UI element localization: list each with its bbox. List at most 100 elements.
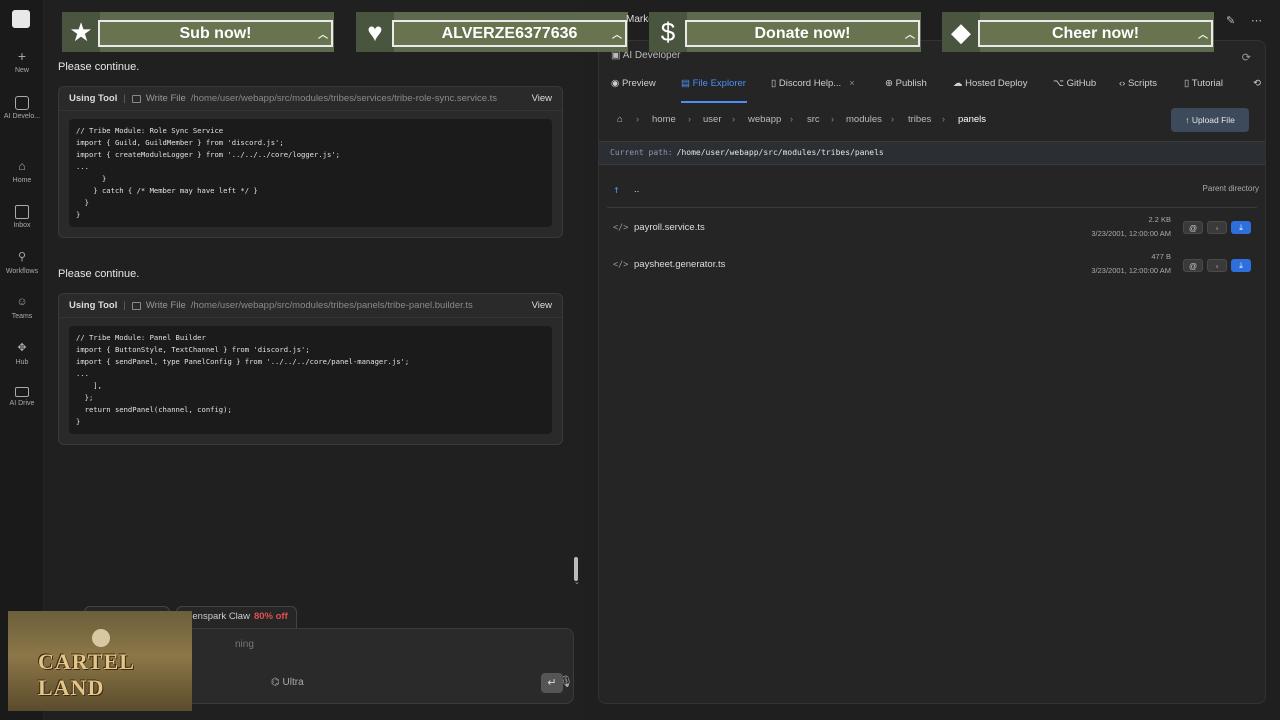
rail-item-hub[interactable]: ✥ Hub	[0, 342, 44, 366]
more-icon[interactable]: ⋯	[1251, 14, 1262, 27]
tab-overflow[interactable]: ⟲	[1253, 78, 1261, 89]
tool-path: /home/user/webapp/src/modules/tribes/ser…	[190, 93, 498, 104]
tab-label: Discord Help...	[778, 78, 842, 89]
chevron-right-icon: ›	[790, 114, 793, 124]
send-button[interactable]: ↵	[541, 673, 563, 693]
upload-file-button[interactable]: ↑ Upload File	[1171, 108, 1249, 132]
file-row[interactable]: </> paysheet.generator.ts 477 B 3/23/200…	[607, 250, 1257, 284]
breadcrumb-home[interactable]: home	[652, 114, 676, 125]
code-block: // Tribe Module: Panel Builder import { …	[69, 326, 552, 434]
banner-text: Cheer now!	[1051, 25, 1140, 42]
discount-badge: 80% off	[253, 611, 288, 622]
breadcrumb-webapp[interactable]: webapp	[748, 114, 781, 125]
tab-label: File Explorer	[692, 78, 746, 89]
tab-hosted-deploy[interactable]: ☁ Hosted Deploy	[953, 78, 1027, 89]
inbox-icon	[15, 205, 29, 219]
code-file-icon: </>	[613, 260, 629, 270]
chevron-right-icon: ›	[732, 114, 735, 124]
download-button[interactable]: ⤓	[1231, 221, 1251, 234]
caret-icon: ︿	[318, 30, 328, 41]
rail-item-teams[interactable]: ☺ Teams	[0, 296, 44, 320]
tab-publish[interactable]: ⊕ Publish	[885, 78, 927, 89]
ultra-toggle[interactable]: ⌬ Ultra	[271, 677, 304, 688]
parent-dir-label: Parent directory	[1202, 184, 1259, 193]
view-button[interactable]: View	[532, 93, 552, 104]
composer-placeholder: ning	[235, 639, 254, 650]
breadcrumb-panels[interactable]: panels	[958, 114, 986, 125]
breadcrumb-src[interactable]: src	[807, 114, 820, 125]
file-name: paysheet.generator.ts	[634, 259, 726, 270]
separator: |	[123, 93, 126, 104]
app-logo[interactable]	[12, 10, 30, 28]
ultra-label: Ultra	[282, 677, 304, 688]
file-name: payroll.service.ts	[634, 222, 705, 233]
rail-item-home[interactable]: ⌂ Home	[0, 160, 44, 184]
tab-github[interactable]: ⌥ GitHub	[1053, 78, 1096, 89]
rail-item-inbox[interactable]: Inbox	[0, 205, 44, 229]
refresh-icon[interactable]: ⟳	[1242, 51, 1251, 64]
view-button[interactable]: View	[532, 300, 552, 311]
ai-developer-icon	[15, 96, 29, 110]
file-icon	[131, 301, 141, 310]
file-row[interactable]: </> payroll.service.ts 2.2 KB 3/23/2001,…	[607, 213, 1257, 247]
globe-icon: ⊕	[885, 78, 896, 89]
rail-item-ai-drive[interactable]: AI Drive	[0, 387, 44, 407]
tool-call-header: Using Tool | Write File /home/user/webap…	[59, 294, 562, 318]
parent-directory-row[interactable]: ↑ .. Parent directory	[607, 182, 1259, 208]
mention-button[interactable]: @	[1183, 259, 1203, 272]
tab-label: Scripts	[1127, 78, 1158, 89]
webcam-overlay: CARTEL LAND	[8, 611, 192, 711]
banner-text: Donate now!	[754, 25, 851, 42]
tool-label: Using Tool	[69, 93, 118, 104]
edit-icon[interactable]: ✎	[1226, 14, 1235, 27]
breadcrumb-user[interactable]: user	[703, 114, 721, 125]
rail-item-new[interactable]: + New	[0, 49, 44, 74]
tab-scripts[interactable]: ‹› Scripts	[1119, 78, 1157, 89]
code-icon: ‹›	[1119, 78, 1128, 89]
tool-action: Write File	[145, 93, 186, 104]
rail-item-label: Inbox	[13, 222, 31, 229]
tab-discord-help[interactable]: ▯ Discord Help... ×	[771, 78, 855, 89]
diamond-icon: ◆	[942, 12, 980, 52]
chevron-right-icon: ›	[831, 114, 834, 124]
code-file-icon: </>	[613, 223, 629, 233]
chevron-right-icon: ›	[688, 114, 691, 124]
webcam-logo: CARTEL LAND	[38, 649, 134, 700]
folder-icon: ▤	[681, 78, 693, 89]
preview-eye-button[interactable]: ◦	[1207, 259, 1227, 272]
close-icon[interactable]: ×	[849, 78, 855, 89]
separator: |	[123, 300, 126, 311]
tab-label: Preview	[621, 78, 656, 89]
cloud-icon: ☁	[953, 78, 966, 89]
mention-button[interactable]: @	[1183, 221, 1203, 234]
tool-action: Write File	[145, 300, 186, 311]
tab-file-explorer[interactable]: ▤ File Explorer	[681, 78, 746, 89]
arrow-up-icon: ↑	[613, 183, 620, 196]
chevron-right-icon: ›	[942, 114, 945, 124]
rail-item-label: Home	[12, 177, 32, 184]
download-button[interactable]: ⤓	[1231, 259, 1251, 272]
rail-item-label: Teams	[11, 313, 33, 320]
breadcrumb-modules[interactable]: modules	[846, 114, 882, 125]
tab-tutorial[interactable]: ▯ Tutorial	[1184, 78, 1223, 89]
tab-label: Tutorial	[1191, 78, 1224, 89]
ai-developer-panel: ▣ AI Developer ⟳ ◉ Preview ▤ File Explor…	[598, 40, 1266, 704]
rail-item-ai-developer[interactable]: AI Develo...	[0, 96, 44, 120]
user-message: Please continue.	[58, 268, 140, 280]
home-icon[interactable]: ⌂	[617, 114, 623, 125]
sparkle-icon: ⌬	[271, 677, 283, 688]
tab-preview[interactable]: ◉ Preview	[611, 78, 656, 89]
rail-item-workflows[interactable]: ⚲ Workflows	[0, 251, 44, 275]
user-message: Please continue.	[58, 61, 140, 73]
drive-icon	[15, 387, 29, 397]
tab-label: Hosted Deploy	[965, 78, 1028, 89]
tool-call-card: Using Tool | Write File /home/user/webap…	[58, 86, 563, 238]
file-date: 3/23/2001, 12:00:00 AM	[1091, 266, 1171, 275]
preview-eye-button[interactable]: ◦	[1207, 221, 1227, 234]
breadcrumb-tribes[interactable]: tribes	[908, 114, 931, 125]
file-size: 2.2 KB	[1148, 215, 1171, 224]
hub-icon: ✥	[17, 342, 27, 354]
composer-tab-genspark-claw[interactable]: Genspark Claw 80% off	[176, 606, 297, 628]
rail-item-label: AI Drive	[9, 400, 35, 407]
chevron-down-icon[interactable]: ⌄	[574, 578, 580, 586]
